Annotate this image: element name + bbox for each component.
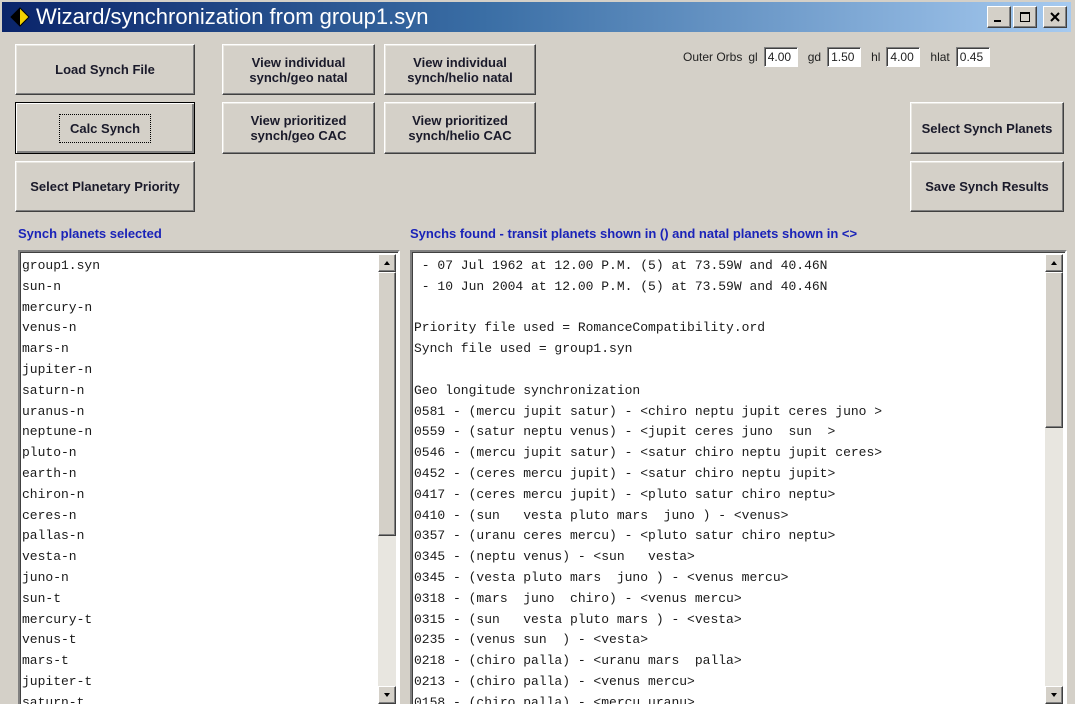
minimize-button[interactable]: [987, 6, 1011, 28]
select-synch-planets-button[interactable]: Select Synch Planets: [910, 102, 1064, 154]
arrow-up-icon: [384, 261, 390, 265]
list-item[interactable]: venus-n: [22, 318, 378, 339]
title-bar[interactable]: Wizard/synchronization from group1.syn: [2, 2, 1071, 32]
list-item[interactable]: 0315 - (sun vesta pluto mars ) - <vesta>: [414, 610, 1045, 631]
list-item[interactable]: 0581 - (mercu jupit satur) - <chiro nept…: [414, 402, 1045, 423]
planets-scrollbar[interactable]: [378, 254, 396, 704]
list-item[interactable]: venus-t: [22, 630, 378, 651]
list-item[interactable]: jupiter-t: [22, 672, 378, 693]
save-synch-results-button[interactable]: Save Synch Results: [910, 161, 1064, 212]
list-item[interactable]: Geo longitude synchronization: [414, 381, 1045, 402]
list-item[interactable]: juno-n: [22, 568, 378, 589]
gl-label: gl: [748, 50, 758, 64]
list-item[interactable]: 0213 - (chiro palla) - <venus mercu>: [414, 672, 1045, 693]
list-item[interactable]: jupiter-n: [22, 360, 378, 381]
list-item[interactable]: vesta-n: [22, 547, 378, 568]
list-item[interactable]: 0235 - (venus sun ) - <vesta>: [414, 630, 1045, 651]
close-icon: [1050, 12, 1060, 22]
gd-label: gd: [807, 50, 822, 64]
list-item[interactable]: neptune-n: [22, 422, 378, 443]
list-item[interactable]: chiron-n: [22, 485, 378, 506]
list-item[interactable]: - 07 Jul 1962 at 12.00 P.M. (5) at 73.59…: [414, 256, 1045, 277]
list-item[interactable]: pallas-n: [22, 526, 378, 547]
list-item[interactable]: uranus-n: [22, 402, 378, 423]
list-item[interactable]: mars-n: [22, 339, 378, 360]
calc-synch-button[interactable]: Calc Synch: [15, 102, 195, 154]
gl-orb-input[interactable]: 4.00: [763, 47, 798, 67]
hlat-orb-input[interactable]: 0.45: [955, 47, 990, 67]
list-item[interactable]: 0559 - (satur neptu venus) - <jupit cere…: [414, 422, 1045, 443]
list-item[interactable]: Synch file used = group1.syn: [414, 339, 1045, 360]
view-individual-geo-button[interactable]: View individual synch/geo natal: [222, 44, 375, 95]
wizard-window: Wizard/synchronization from group1.syn L…: [0, 0, 1075, 704]
synchs-scrollbar[interactable]: [1045, 254, 1063, 704]
list-item[interactable]: - 10 Jun 2004 at 12.00 P.M. (5) at 73.59…: [414, 277, 1045, 298]
list-item[interactable]: ceres-n: [22, 506, 378, 527]
list-item[interactable]: 0417 - (ceres mercu jupit) - <pluto satu…: [414, 485, 1045, 506]
maximize-button[interactable]: [1013, 6, 1037, 28]
list-item[interactable]: Priority file used = RomanceCompatibilit…: [414, 318, 1045, 339]
planets-scroll-thumb[interactable]: [378, 272, 396, 536]
list-item[interactable]: 0546 - (mercu jupit satur) - <satur chir…: [414, 443, 1045, 464]
planets-scroll-down-button[interactable]: [378, 686, 396, 704]
list-item[interactable]: mercury-t: [22, 610, 378, 631]
synchs-scroll-thumb[interactable]: [1045, 272, 1063, 428]
app-diamond-icon: [8, 5, 32, 29]
outer-orbs-panel: Outer Orbs gl 4.00 gd 1.50 hl 4.00 hlat …: [683, 47, 990, 67]
close-button[interactable]: [1043, 6, 1067, 28]
synchs-found-items: - 07 Jul 1962 at 12.00 P.M. (5) at 73.59…: [414, 256, 1045, 704]
synchs-found-list[interactable]: - 07 Jul 1962 at 12.00 P.M. (5) at 73.59…: [410, 250, 1067, 704]
minimize-icon: [994, 20, 1001, 22]
list-item[interactable]: group1.syn: [22, 256, 378, 277]
list-item[interactable]: sun-n: [22, 277, 378, 298]
list-item[interactable]: [414, 360, 1045, 381]
synch-planets-heading: Synch planets selected: [18, 226, 162, 241]
view-individual-helio-button[interactable]: View individual synch/helio natal: [384, 44, 536, 95]
list-item[interactable]: 0345 - (neptu venus) - <sun vesta>: [414, 547, 1045, 568]
synch-planets-items: group1.syn sun-n mercury-n venus-n mars-n jup…: [22, 256, 378, 704]
window-title: Wizard/synchronization from group1.syn: [36, 4, 429, 29]
list-item[interactable]: 0357 - (uranu ceres mercu) - <pluto satu…: [414, 526, 1045, 547]
synchs-scroll-down-button[interactable]: [1045, 686, 1063, 704]
synch-planets-list[interactable]: group1.syn sun-n mercury-n venus-n mars-n jup…: [18, 250, 400, 704]
arrow-down-icon: [1051, 693, 1057, 697]
list-item[interactable]: sun-t: [22, 589, 378, 610]
load-synch-file-button[interactable]: Load Synch File: [15, 44, 195, 95]
list-item[interactable]: earth-n: [22, 464, 378, 485]
planets-scroll-up-button[interactable]: [378, 254, 396, 272]
hl-orb-input[interactable]: 4.00: [886, 47, 921, 67]
gd-orb-input[interactable]: 1.50: [827, 47, 862, 67]
maximize-icon: [1020, 12, 1030, 22]
synchs-scroll-up-button[interactable]: [1045, 254, 1063, 272]
arrow-down-icon: [384, 693, 390, 697]
list-item[interactable]: saturn-t: [22, 693, 378, 704]
select-planetary-priority-button[interactable]: Select Planetary Priority: [15, 161, 195, 212]
list-item[interactable]: 0452 - (ceres mercu jupit) - <satur chir…: [414, 464, 1045, 485]
list-item[interactable]: [414, 298, 1045, 319]
hl-label: hl: [871, 50, 881, 64]
list-item[interactable]: 0158 - (chiro palla) - <mercu uranu>: [414, 693, 1045, 704]
synchs-found-heading: Synchs found - transit planets shown in …: [410, 226, 858, 241]
list-item[interactable]: 0345 - (vesta pluto mars juno ) - <venus…: [414, 568, 1045, 589]
window-controls: [987, 6, 1067, 28]
hlat-label: hlat: [930, 50, 950, 64]
outer-orbs-label: Outer Orbs: [683, 50, 743, 64]
list-item[interactable]: 0410 - (sun vesta pluto mars juno ) - <v…: [414, 506, 1045, 527]
list-item[interactable]: mercury-n: [22, 298, 378, 319]
arrow-up-icon: [1051, 261, 1057, 265]
list-item[interactable]: 0318 - (mars juno chiro) - <venus mercu>: [414, 589, 1045, 610]
view-prioritized-helio-button[interactable]: View prioritized synch/helio CAC: [384, 102, 536, 154]
list-item[interactable]: 0218 - (chiro palla) - <uranu mars palla…: [414, 651, 1045, 672]
list-item[interactable]: pluto-n: [22, 443, 378, 464]
view-prioritized-geo-button[interactable]: View prioritized synch/geo CAC: [222, 102, 375, 154]
calc-synch-label: Calc Synch: [58, 113, 152, 143]
list-item[interactable]: saturn-n: [22, 381, 378, 402]
list-item[interactable]: mars-t: [22, 651, 378, 672]
